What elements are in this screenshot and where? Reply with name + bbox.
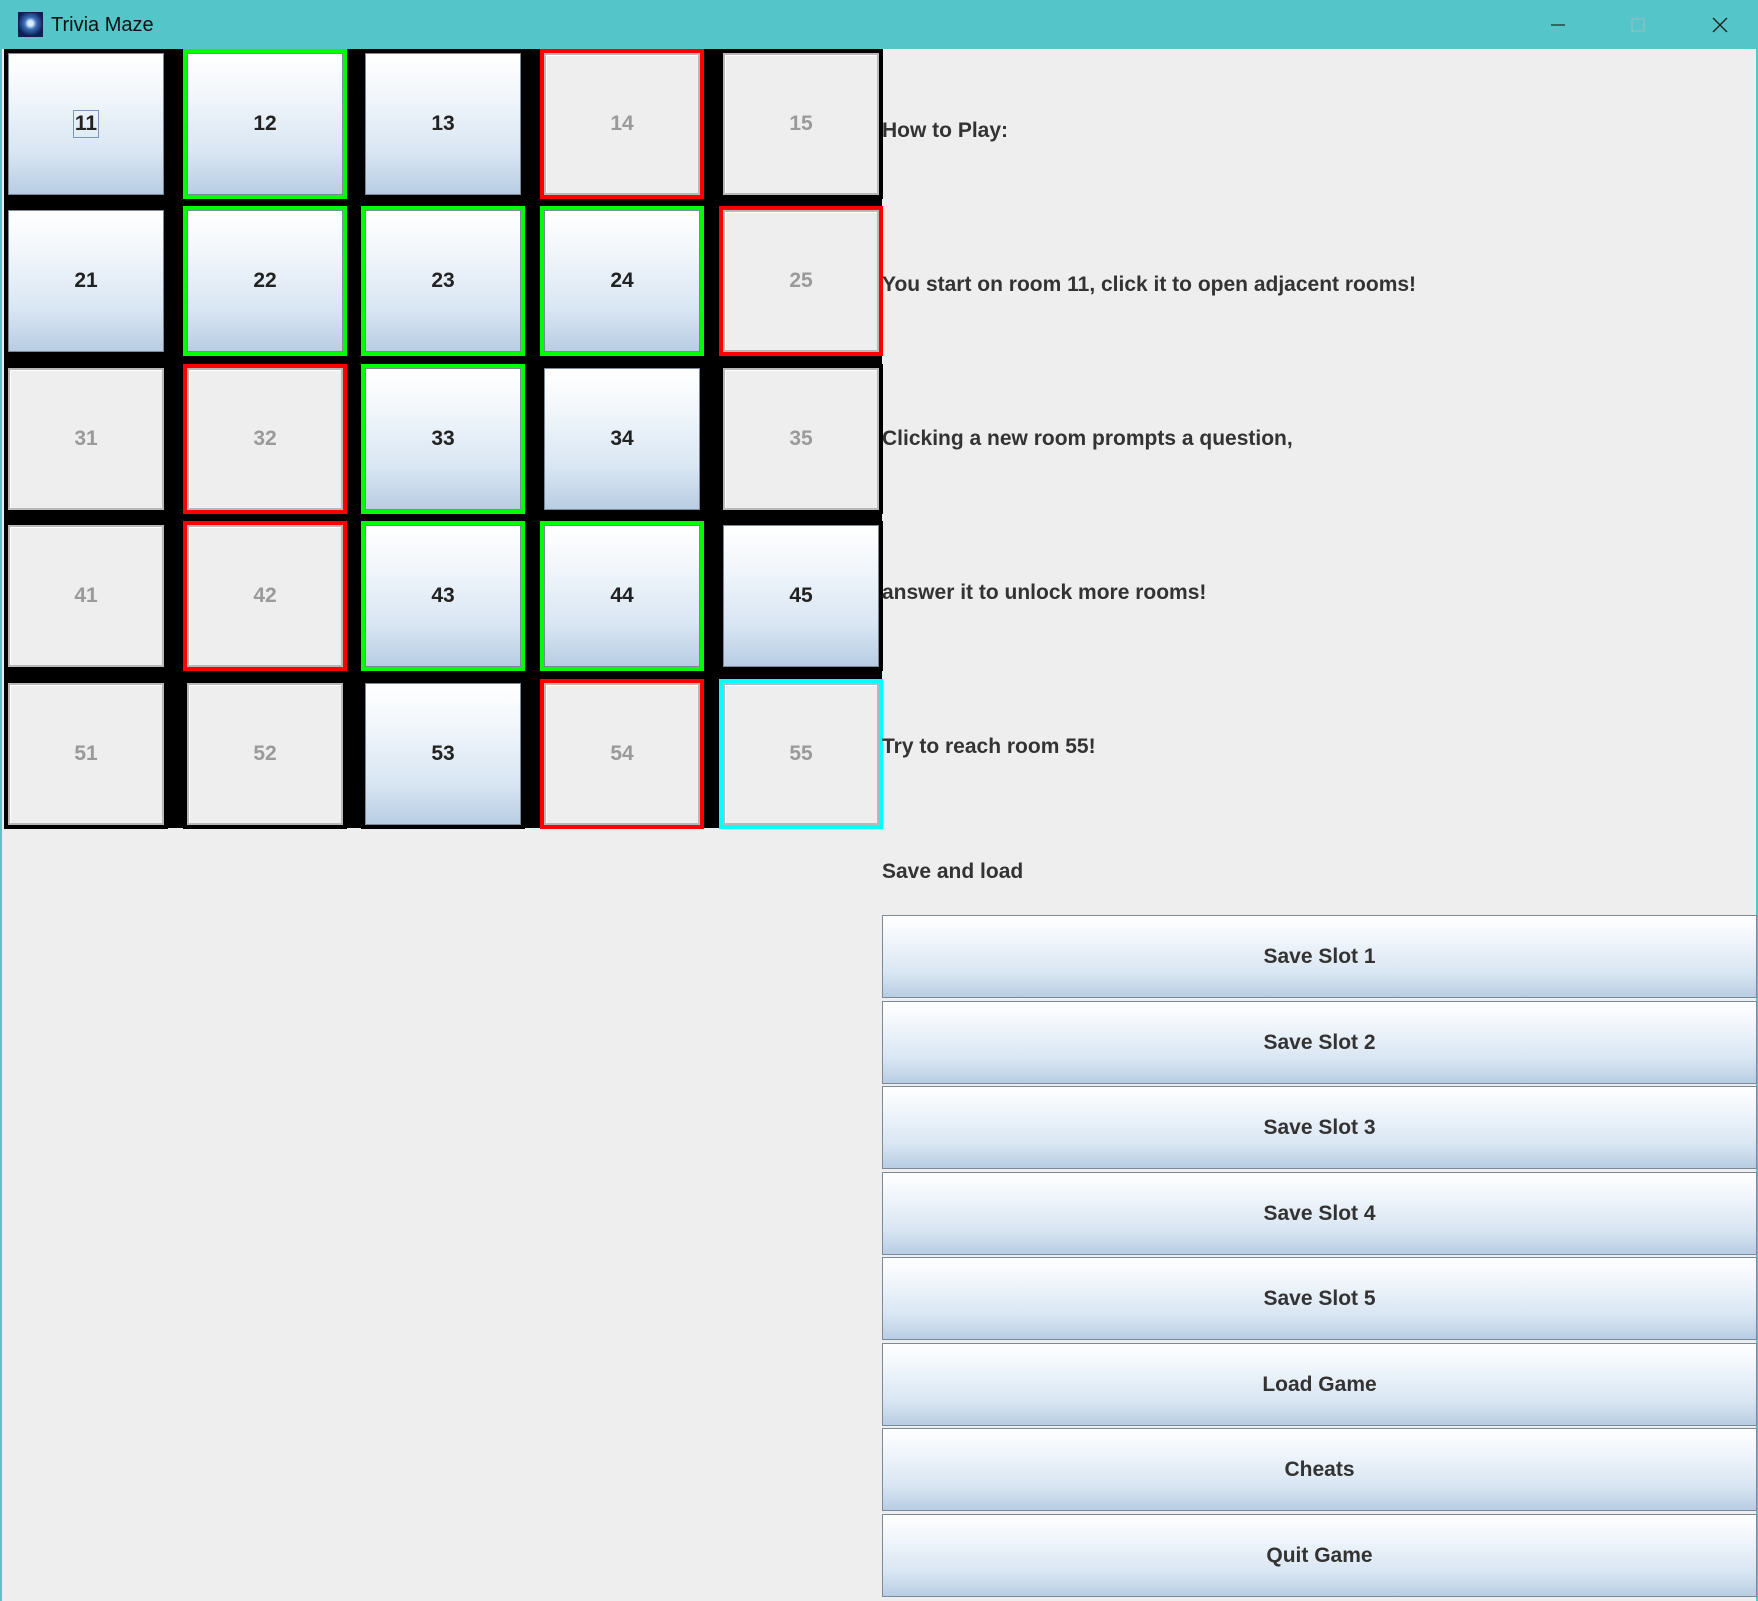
room-33-button[interactable]: 33 [365, 368, 521, 510]
maximize-icon [1631, 17, 1645, 32]
title-bar[interactable]: Trivia Maze [2, 0, 1758, 49]
room-label: 24 [610, 269, 634, 292]
room-54-button[interactable]: 54 [544, 683, 700, 825]
room-23-button[interactable]: 23 [365, 210, 521, 352]
room-21-button[interactable]: 21 [8, 210, 164, 352]
room-53-button[interactable]: 53 [365, 683, 521, 825]
save-slot-1-button[interactable]: Save Slot 1 [882, 915, 1757, 998]
save-slot-5-button[interactable]: Save Slot 5 [882, 1257, 1757, 1340]
room-22-button[interactable]: 22 [187, 210, 343, 352]
room-11-button[interactable]: 11 [8, 53, 164, 195]
save-load-heading: Save and load [882, 860, 1024, 883]
room-label: 23 [431, 269, 455, 292]
room-label: 14 [610, 112, 634, 135]
maximize-button[interactable] [1598, 0, 1678, 49]
load-game-button[interactable]: Load Game [882, 1343, 1757, 1426]
room-label: 55 [789, 742, 813, 765]
room-35-button[interactable]: 35 [723, 368, 879, 510]
room-32-button[interactable]: 32 [187, 368, 343, 510]
room-31-button[interactable]: 31 [8, 368, 164, 510]
room-label: 44 [610, 584, 634, 607]
minimize-button[interactable] [1518, 0, 1598, 49]
room-42-button[interactable]: 42 [187, 525, 343, 667]
close-button[interactable] [1680, 0, 1758, 49]
instruction-line-2: Clicking a new room prompts a question, [882, 427, 1293, 450]
room-label: 33 [431, 427, 455, 450]
room-label: 53 [431, 742, 455, 765]
room-label: 42 [253, 584, 277, 607]
room-label: 25 [789, 269, 813, 292]
room-12-button[interactable]: 12 [187, 53, 343, 195]
room-41-button[interactable]: 41 [8, 525, 164, 667]
save-slot-2-button[interactable]: Save Slot 2 [882, 1001, 1757, 1084]
save-slot-3-button[interactable]: Save Slot 3 [882, 1086, 1757, 1169]
room-label: 41 [74, 584, 98, 607]
room-label: 35 [789, 427, 813, 450]
room-label: 54 [610, 742, 634, 765]
room-51-button[interactable]: 51 [8, 683, 164, 825]
room-label: 11 [72, 110, 100, 138]
cheats-button[interactable]: Cheats [882, 1428, 1757, 1511]
room-label: 32 [253, 427, 277, 450]
room-label: 51 [74, 742, 98, 765]
app-window: Trivia Maze 11 12 13 14 15 21 22 23 24 25 31 32 33 34… [0, 0, 1758, 1601]
room-13-button[interactable]: 13 [365, 53, 521, 195]
room-label: 12 [253, 112, 277, 135]
room-43-button[interactable]: 43 [365, 525, 521, 667]
how-to-play-heading: How to Play: [882, 119, 1009, 142]
minimize-icon [1551, 23, 1565, 26]
room-label: 15 [789, 112, 813, 135]
quit-game-button[interactable]: Quit Game [882, 1514, 1757, 1597]
instruction-line-3: answer it to unlock more rooms! [882, 581, 1207, 604]
room-25-button[interactable]: 25 [723, 210, 879, 352]
room-14-button[interactable]: 14 [544, 53, 700, 195]
close-icon [1712, 17, 1728, 32]
room-label: 45 [789, 584, 813, 607]
room-15-button[interactable]: 15 [723, 53, 879, 195]
save-slot-4-button[interactable]: Save Slot 4 [882, 1172, 1757, 1255]
room-label: 43 [431, 584, 455, 607]
instruction-line-1: You start on room 11, click it to open a… [882, 273, 1417, 296]
room-label: 52 [253, 742, 277, 765]
window-title: Trivia Maze [51, 14, 154, 36]
room-label: 13 [431, 112, 455, 135]
room-label: 21 [74, 269, 98, 292]
room-55-button[interactable]: 55 [723, 683, 879, 825]
room-label: 31 [74, 427, 98, 450]
app-logo-icon [18, 12, 43, 37]
room-24-button[interactable]: 24 [544, 210, 700, 352]
room-44-button[interactable]: 44 [544, 525, 700, 667]
instruction-line-4: Try to reach room 55! [882, 735, 1096, 758]
room-label: 22 [253, 269, 277, 292]
room-45-button[interactable]: 45 [723, 525, 879, 667]
room-label: 34 [610, 427, 634, 450]
room-34-button[interactable]: 34 [544, 368, 700, 510]
room-52-button[interactable]: 52 [187, 683, 343, 825]
maze-grid: 11 12 13 14 15 21 22 23 24 25 31 32 33 34 35 41 42 43 44 45… [4, 49, 883, 829]
